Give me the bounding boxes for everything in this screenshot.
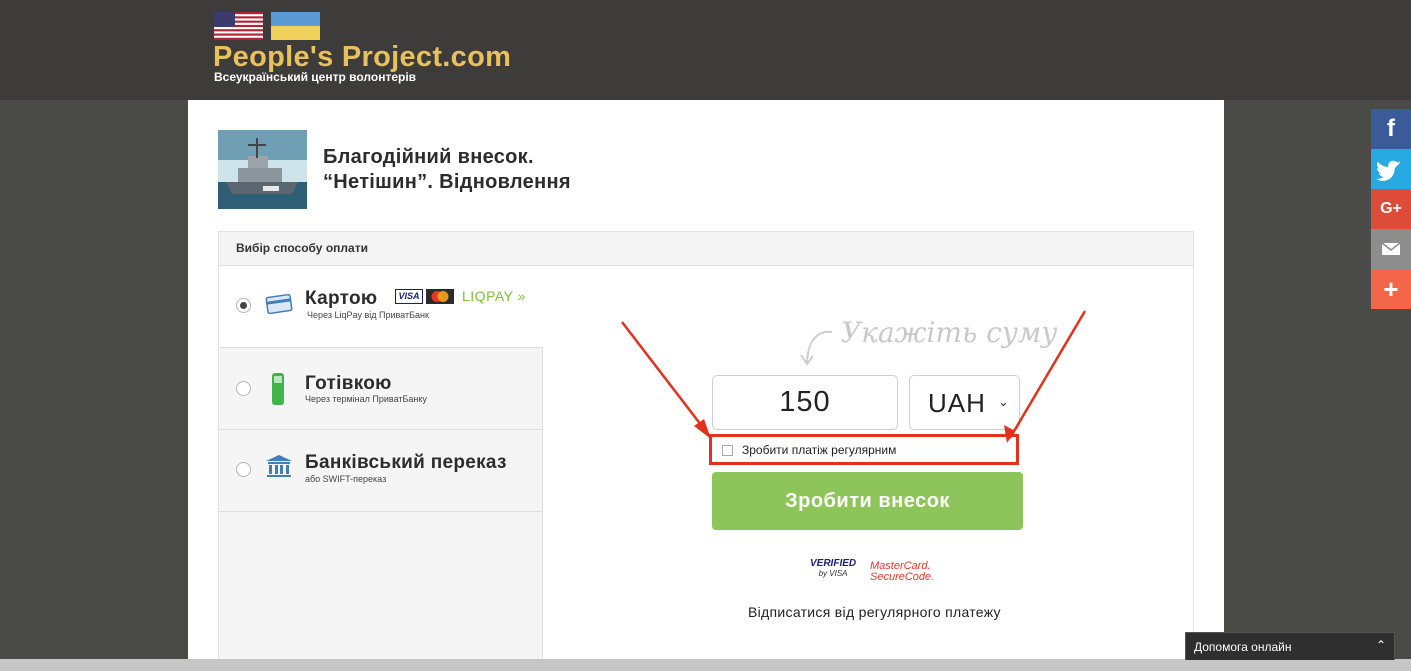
donation-panel: Благодійний внесок. “Нетішин”. Відновлен…	[188, 100, 1224, 671]
hint-arrow-icon	[800, 330, 833, 366]
recurring-option[interactable]: Зробити платіж регулярним	[709, 434, 1019, 465]
method-bank[interactable]: Банківський переказ або SWIFT-переказ	[219, 430, 543, 512]
amount-input[interactable]: 150	[712, 375, 898, 430]
method-cash-label: Готівкою	[305, 373, 392, 394]
credit-card-icon	[265, 293, 293, 314]
method-cash[interactable]: Готівкою Через термінал ПриватБанку	[219, 348, 543, 430]
project-title-line2: “Нетішин”. Відновлення	[323, 171, 571, 193]
radio-card[interactable]	[236, 298, 251, 313]
more-share-button[interactable]: +	[1371, 269, 1411, 309]
chevron-down-icon: ⌄	[998, 394, 1009, 409]
project-title: Благодійний внесок. “Нетішин”. Відновлен…	[323, 145, 571, 195]
submit-donation-button[interactable]: Зробити внесок	[712, 472, 1023, 530]
radio-bank[interactable]	[236, 462, 251, 477]
verified-line1: VERIFIED	[810, 558, 857, 569]
us-flag-icon	[214, 12, 263, 40]
currency-select[interactable]: UAH ⌄	[909, 375, 1020, 430]
ua-flag-icon	[271, 12, 320, 40]
project-title-line1: Благодійний внесок.	[323, 146, 534, 168]
facebook-icon: f	[1387, 115, 1395, 142]
terminal-icon	[272, 373, 284, 405]
method-cash-sub: Через термінал ПриватБанку	[305, 394, 427, 404]
liqpay-logo: LIQPAY »	[462, 288, 526, 304]
mastercard-logo	[426, 289, 454, 304]
method-card[interactable]: Картою Через LiqPay від ПриватБанк VISA …	[219, 266, 543, 348]
currency-value: UAH	[928, 388, 986, 418]
securecode-line2: SecureCode.	[870, 571, 935, 583]
online-help-label: Допомога онлайн	[1194, 640, 1292, 654]
facebook-share-button[interactable]: f	[1371, 109, 1411, 149]
twitter-icon	[1376, 160, 1401, 181]
recurring-label: Зробити платіж регулярним	[742, 443, 897, 457]
bottom-bar	[0, 659, 1411, 671]
project-thumbnail	[218, 130, 307, 209]
verified-by-visa-logo: VERIFIED by VISA	[810, 559, 856, 579]
online-help-widget[interactable]: Допомога онлайн ⌃	[1185, 632, 1395, 660]
payment-box: Вибір способу оплати Картою Через LiqPay…	[218, 231, 1194, 671]
method-bank-sub: або SWIFT-переказ	[305, 474, 387, 484]
recurring-checkbox[interactable]	[722, 445, 733, 456]
chevron-right-icon: »	[517, 288, 526, 304]
payment-heading: Вибір способу оплати	[219, 232, 1193, 266]
plus-icon: +	[1383, 274, 1399, 304]
visa-logo: VISA	[395, 289, 423, 304]
google-plus-share-button[interactable]: G+	[1371, 189, 1411, 229]
email-icon	[1381, 242, 1401, 255]
mastercard-securecode-logo: MasterCard. SecureCode.	[870, 561, 934, 583]
amount-hint: Укажіть суму	[841, 316, 1058, 349]
site-subtitle: Всеукраїнський центр волонтерів	[214, 70, 417, 84]
site-logo[interactable]: People's Project.com	[213, 40, 511, 74]
radio-cash[interactable]	[236, 381, 251, 396]
method-card-label: Картою	[305, 288, 378, 309]
twitter-share-button[interactable]	[1371, 149, 1411, 189]
unsubscribe-link[interactable]: Відписатися від регулярного платежу	[748, 604, 1001, 620]
liqpay-label: LIQPAY	[462, 288, 514, 304]
email-share-button[interactable]	[1371, 229, 1411, 269]
method-card-sub: Через LiqPay від ПриватБанк	[307, 310, 429, 320]
google-plus-icon: G+	[1380, 200, 1402, 217]
payment-heading-label: Вибір способу оплати	[236, 241, 368, 255]
chevron-up-icon[interactable]: ⌃	[1376, 638, 1386, 652]
bank-icon	[266, 455, 292, 477]
payment-methods: Картою Через LiqPay від ПриватБанк VISA …	[219, 266, 543, 671]
methods-filler	[219, 512, 543, 671]
verified-line2: by VISA	[818, 569, 848, 578]
site-header: People's Project.com Всеукраїнський цент…	[0, 0, 1411, 100]
method-bank-label: Банківський переказ	[305, 452, 507, 473]
